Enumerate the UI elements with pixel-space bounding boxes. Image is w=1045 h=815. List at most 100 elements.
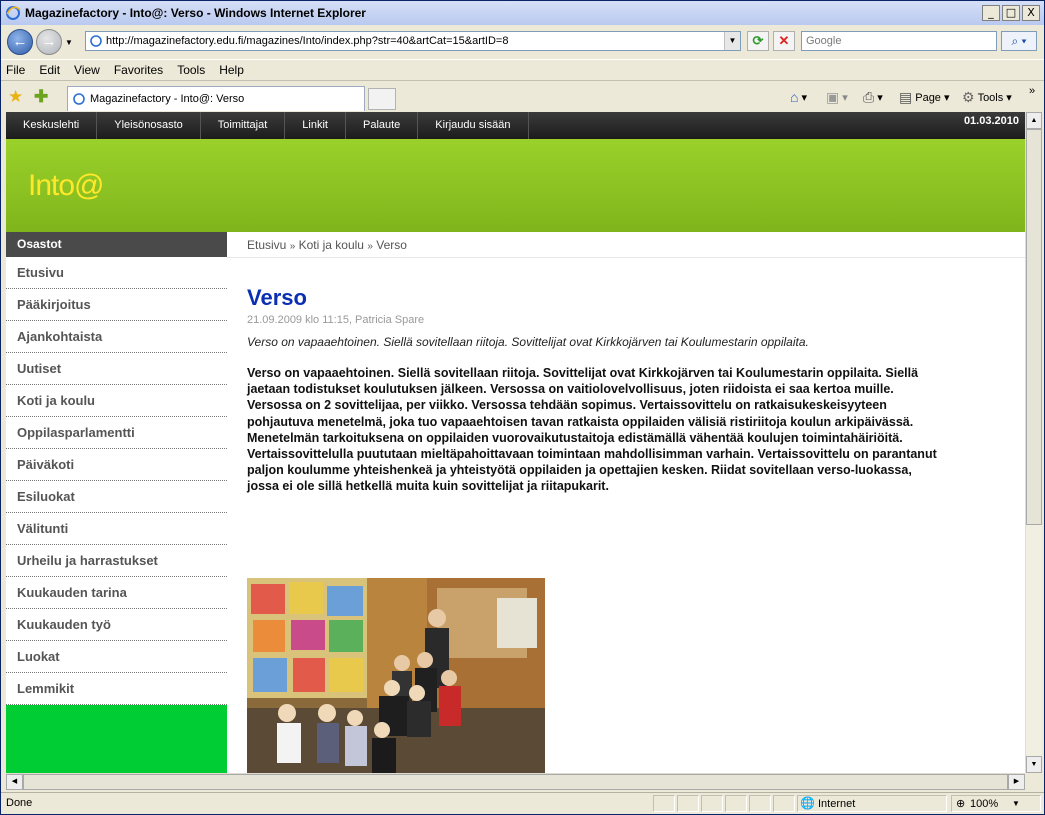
page-menu-button[interactable]: ▤ Page ▾: [899, 89, 950, 106]
address-dropdown-icon[interactable]: ▼: [724, 32, 740, 50]
gear-icon: ⚙: [962, 89, 975, 105]
maximize-button[interactable]: □: [1002, 5, 1020, 21]
horizontal-scroll-thumb[interactable]: [23, 774, 1008, 790]
menu-view[interactable]: View: [74, 63, 100, 77]
address-toolbar: ← → ▼ http://magazinefactory.edu.fi/maga…: [1, 25, 1044, 57]
home-icon: ⌂: [790, 89, 799, 105]
back-button[interactable]: ←: [7, 29, 33, 55]
ie-logo-icon: [6, 6, 21, 20]
refresh-icon: ⟳: [752, 33, 764, 48]
nav-kirjaudu[interactable]: Kirjaudu sisään: [418, 112, 529, 139]
vertical-scrollbar[interactable]: ▲ ▼: [1025, 112, 1042, 773]
tab-active[interactable]: Magazinefactory - Into@: Verso: [67, 86, 365, 111]
breadcrumb-separator: »: [289, 241, 296, 252]
tab-page-icon: [73, 93, 85, 105]
tab-title: Magazinefactory - Into@: Verso: [90, 93, 245, 105]
vertical-scroll-thumb[interactable]: [1026, 129, 1042, 525]
sidebar-item-oppilasparlamentti[interactable]: Oppilasparlamentti: [6, 417, 227, 449]
sidebar-item-valitunti[interactable]: Välitunti: [6, 513, 227, 545]
article-meta: 21.09.2009 klo 11:15, Patricia Spare: [247, 314, 425, 326]
sidebar-item-lemmikit[interactable]: Lemmikit: [6, 673, 227, 705]
search-input[interactable]: Google: [801, 31, 997, 51]
sidebar-item-urheilu[interactable]: Urheilu ja harrastukset: [6, 545, 227, 577]
zoom-dropdown-icon[interactable]: ▼: [1012, 799, 1020, 808]
sidebar: Osastot Etusivu Pääkirjoitus Ajankohtais…: [6, 232, 227, 773]
address-input[interactable]: http://magazinefactory.edu.fi/magazines/…: [106, 35, 724, 47]
status-segment: [725, 795, 747, 812]
scroll-up-icon[interactable]: ▲: [1026, 112, 1042, 129]
page-viewport: Keskuslehti Yleisönosasto Toimittajat Li…: [6, 112, 1025, 773]
menu-help[interactable]: Help: [219, 63, 244, 77]
stop-button[interactable]: ✕: [773, 31, 795, 51]
nav-keskuslehti[interactable]: Keskuslehti: [6, 112, 98, 139]
article-photo[interactable]: [247, 578, 545, 773]
browser-window: Magazinefactory - Into@: Verso - Windows…: [0, 0, 1045, 815]
site-logo[interactable]: Into@: [28, 169, 104, 203]
printer-icon: ⎙: [863, 89, 875, 105]
sidebar-item-kuukauden-tyo[interactable]: Kuukauden työ: [6, 609, 227, 641]
menu-file[interactable]: File: [6, 63, 25, 77]
feeds-button[interactable]: ▣ ▾: [826, 89, 848, 106]
sidebar-item-luokat[interactable]: Luokat: [6, 641, 227, 673]
sidebar-item-esiluokat[interactable]: Esiluokat: [6, 481, 227, 513]
forward-arrow-icon: →: [41, 33, 57, 50]
site-date: 01.03.2010: [963, 115, 1019, 127]
minimize-button[interactable]: _: [982, 5, 1000, 21]
article-body: Verso on vapaaehtoinen. Siellä sovitella…: [247, 366, 937, 494]
zone-panel[interactable]: 🌐 Internet: [797, 795, 947, 812]
print-button[interactable]: ⎙ ▾: [863, 89, 883, 106]
zoom-level: 100%: [970, 798, 999, 810]
breadcrumb-koti-ja-koulu[interactable]: Koti ja koulu: [299, 238, 364, 252]
sidebar-item-uutiset[interactable]: Uutiset: [6, 353, 227, 385]
globe-icon: 🌐: [800, 796, 815, 810]
zoom-panel[interactable]: ⊕ 100% ▼: [951, 795, 1041, 812]
page-icon: [90, 35, 102, 47]
scroll-left-icon[interactable]: ◀: [6, 774, 23, 790]
nav-toimittajat[interactable]: Toimittajat: [201, 112, 286, 139]
students-photo: [247, 578, 545, 773]
nav-linkit[interactable]: Linkit: [285, 112, 346, 139]
refresh-button[interactable]: ⟳: [747, 31, 769, 51]
address-bar[interactable]: http://magazinefactory.edu.fi/magazines/…: [85, 31, 741, 51]
nav-palaute[interactable]: Palaute: [346, 112, 419, 139]
scroll-right-icon[interactable]: ▶: [1008, 774, 1025, 790]
close-button[interactable]: X: [1022, 5, 1040, 21]
status-bar: Done 🌐 Internet ⊕ 100% ▼: [1, 792, 1044, 814]
status-segment: [653, 795, 675, 812]
tools-menu-button[interactable]: ⚙ Tools ▾: [962, 89, 1012, 106]
status-text: Done: [6, 797, 33, 809]
status-segment: [701, 795, 723, 812]
site-banner: Into@: [6, 139, 1025, 232]
scrollbar-corner: [1025, 773, 1042, 790]
menu-tools[interactable]: Tools: [177, 63, 205, 77]
home-button[interactable]: ⌂ ▾: [790, 89, 807, 105]
status-segment: [773, 795, 795, 812]
menu-edit[interactable]: Edit: [39, 63, 60, 77]
sidebar-item-kuukauden-tarina[interactable]: Kuukauden tarina: [6, 577, 227, 609]
sidebar-item-koti-ja-koulu[interactable]: Koti ja koulu: [6, 385, 227, 417]
article-lead: Verso on vapaaehtoinen. Siellä sovitella…: [247, 335, 809, 349]
history-dropdown-icon[interactable]: ▼: [65, 38, 73, 47]
horizontal-scrollbar[interactable]: ◀ ▶: [6, 773, 1025, 790]
breadcrumb-etusivu[interactable]: Etusivu: [247, 238, 286, 252]
scroll-down-icon[interactable]: ▼: [1026, 756, 1042, 773]
breadcrumb-separator: »: [367, 241, 373, 252]
breadcrumb: Etusivu » Koti ja koulu » Verso: [247, 238, 407, 252]
forward-button[interactable]: →: [36, 29, 62, 55]
nav-yleisonosasto[interactable]: Yleisönosasto: [97, 112, 201, 139]
more-commands-icon[interactable]: »: [1029, 85, 1035, 97]
page-menu-icon: ▤: [899, 89, 913, 105]
search-button[interactable]: ⌕ ▾: [1001, 31, 1037, 51]
tab-bar: ★ ✚ Magazinefactory - Into@: Verso ⌂ ▾ ▣ ▾…: [1, 83, 1044, 112]
sidebar-item-paivakoti[interactable]: Päiväkoti: [6, 449, 227, 481]
favorites-star-icon[interactable]: ★: [8, 87, 23, 107]
new-tab-button[interactable]: [368, 88, 396, 110]
zoom-icon: ⊕: [956, 798, 966, 810]
sidebar-item-etusivu[interactable]: Etusivu: [6, 257, 227, 289]
add-favorite-icon[interactable]: ✚: [34, 87, 48, 107]
sidebar-item-ajankohtaista[interactable]: Ajankohtaista: [6, 321, 227, 353]
menu-favorites[interactable]: Favorites: [114, 63, 163, 77]
sidebar-item-paakirjoitus[interactable]: Pääkirjoitus: [6, 289, 227, 321]
menu-bar: File Edit View Favorites Tools Help: [1, 59, 1044, 81]
window-title: Magazinefactory - Into@: Verso - Windows…: [25, 6, 366, 20]
